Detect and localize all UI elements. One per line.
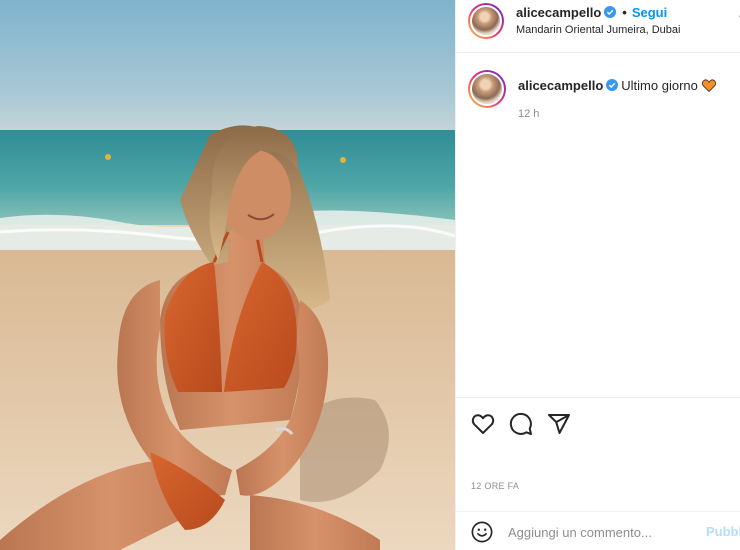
comment-icon — [509, 412, 532, 435]
smiley-icon — [471, 521, 493, 543]
comment-input[interactable] — [508, 522, 698, 542]
paper-plane-icon — [548, 414, 570, 434]
caption-username-link[interactable]: alicecampello — [518, 78, 603, 93]
post-timestamp[interactable]: 12 ORE FA — [471, 481, 519, 491]
caption-age: 12 h — [518, 108, 540, 120]
header-user-line: alicecampello • Segui — [516, 5, 667, 20]
verified-badge-icon — [604, 6, 617, 18]
comment-button[interactable] — [509, 412, 533, 436]
heart-icon — [471, 414, 495, 434]
emoji-picker-button[interactable] — [471, 521, 493, 543]
avatar[interactable] — [468, 3, 504, 39]
post-header: alicecampello • Segui Mandarin Oriental Ju… — [456, 0, 740, 53]
beach-photo-illustration — [0, 0, 455, 550]
verified-badge-icon — [606, 79, 619, 91]
location-link[interactable]: Mandarin Oriental Jumeira, Dubai — [516, 24, 680, 36]
like-button[interactable] — [471, 412, 495, 436]
follow-button[interactable]: Segui — [632, 5, 667, 20]
caption-body: Ultimo giorno — [621, 78, 698, 93]
share-button[interactable] — [547, 412, 571, 436]
publish-button[interactable]: Pubblica — [706, 524, 740, 539]
orange-heart-emoji-icon — [701, 79, 716, 92]
post-photo[interactable] — [0, 0, 455, 550]
caption-text: alicecampello Ultimo giorno — [518, 78, 716, 93]
action-bar — [456, 397, 740, 447]
username-link[interactable]: alicecampello — [516, 5, 601, 20]
caption-avatar[interactable] — [468, 70, 506, 108]
post-side-panel: alicecampello • Segui Mandarin Oriental Ju… — [455, 0, 740, 550]
separator-dot: • — [622, 5, 627, 20]
comment-bar: Pubblica — [456, 511, 740, 550]
